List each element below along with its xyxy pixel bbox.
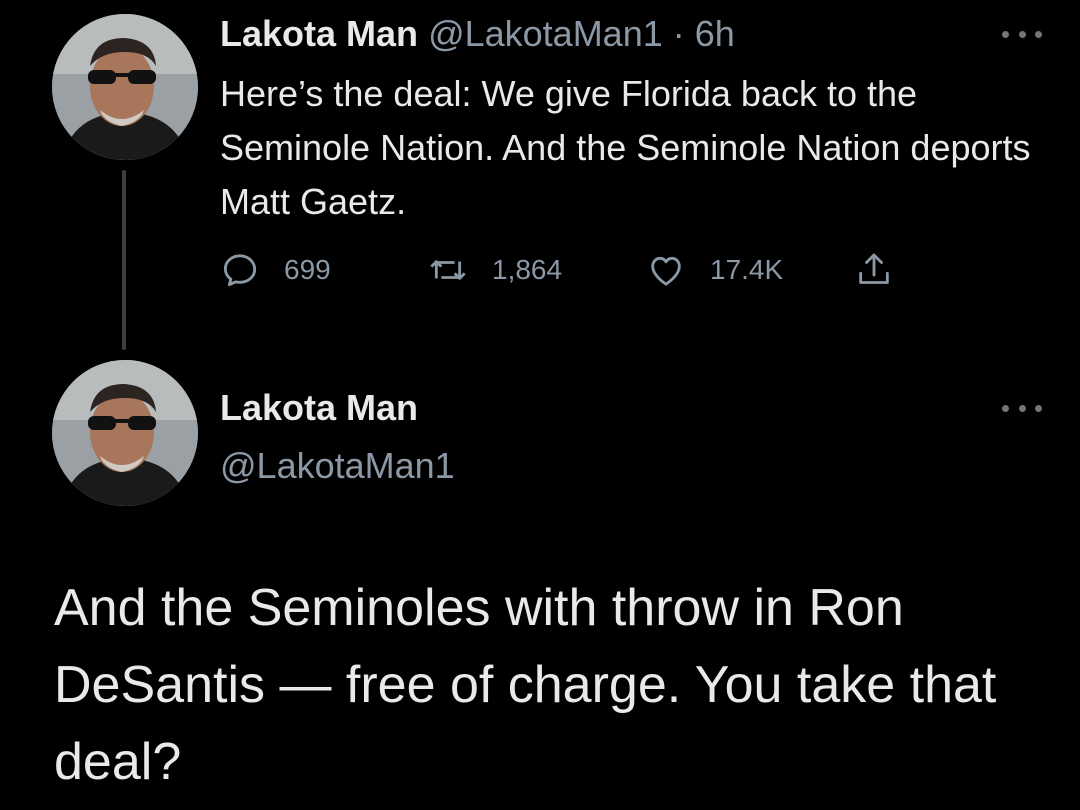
share-icon: [859, 253, 889, 284]
timestamp[interactable]: 6h: [695, 13, 735, 54]
reply-button[interactable]: 699: [220, 248, 331, 292]
tweet-original[interactable]: Lakota Man @LakotaMan1 · 6h Here’s the d…: [0, 0, 1080, 360]
more-horizontal-icon[interactable]: [1002, 402, 1042, 414]
tweet-text: And the Seminoles with throw in Ron DeSa…: [54, 579, 997, 791]
display-name[interactable]: Lakota Man: [220, 13, 418, 54]
like-count: 17.4K: [710, 254, 784, 285]
thread-line: [122, 170, 126, 350]
avatar-photo: [52, 360, 198, 506]
reply-count: 699: [284, 254, 331, 285]
tweet-text: Here’s the deal: We give Florida back to…: [220, 73, 1031, 222]
share-button[interactable]: [854, 248, 894, 292]
retweet-icon: [430, 260, 466, 280]
user-handle[interactable]: @LakotaMan1: [428, 13, 663, 54]
user-info: Lakota Man @LakotaMan1: [220, 386, 455, 488]
more-horizontal-icon[interactable]: [1002, 28, 1042, 40]
like-button[interactable]: 17.4K: [646, 248, 783, 292]
user-handle[interactable]: @LakotaMan1: [220, 444, 455, 488]
avatar-photo: [52, 14, 198, 160]
avatar[interactable]: [52, 14, 198, 160]
display-name[interactable]: Lakota Man: [220, 386, 455, 430]
avatar[interactable]: [52, 360, 198, 506]
tweet-header: Lakota Man @LakotaMan1 · 6h: [220, 12, 735, 56]
retweet-button[interactable]: 1,864: [428, 248, 562, 292]
reply-icon: [223, 254, 257, 287]
retweet-count: 1,864: [492, 254, 563, 285]
separator-dot: ·: [672, 13, 685, 54]
heart-icon: [651, 256, 681, 286]
